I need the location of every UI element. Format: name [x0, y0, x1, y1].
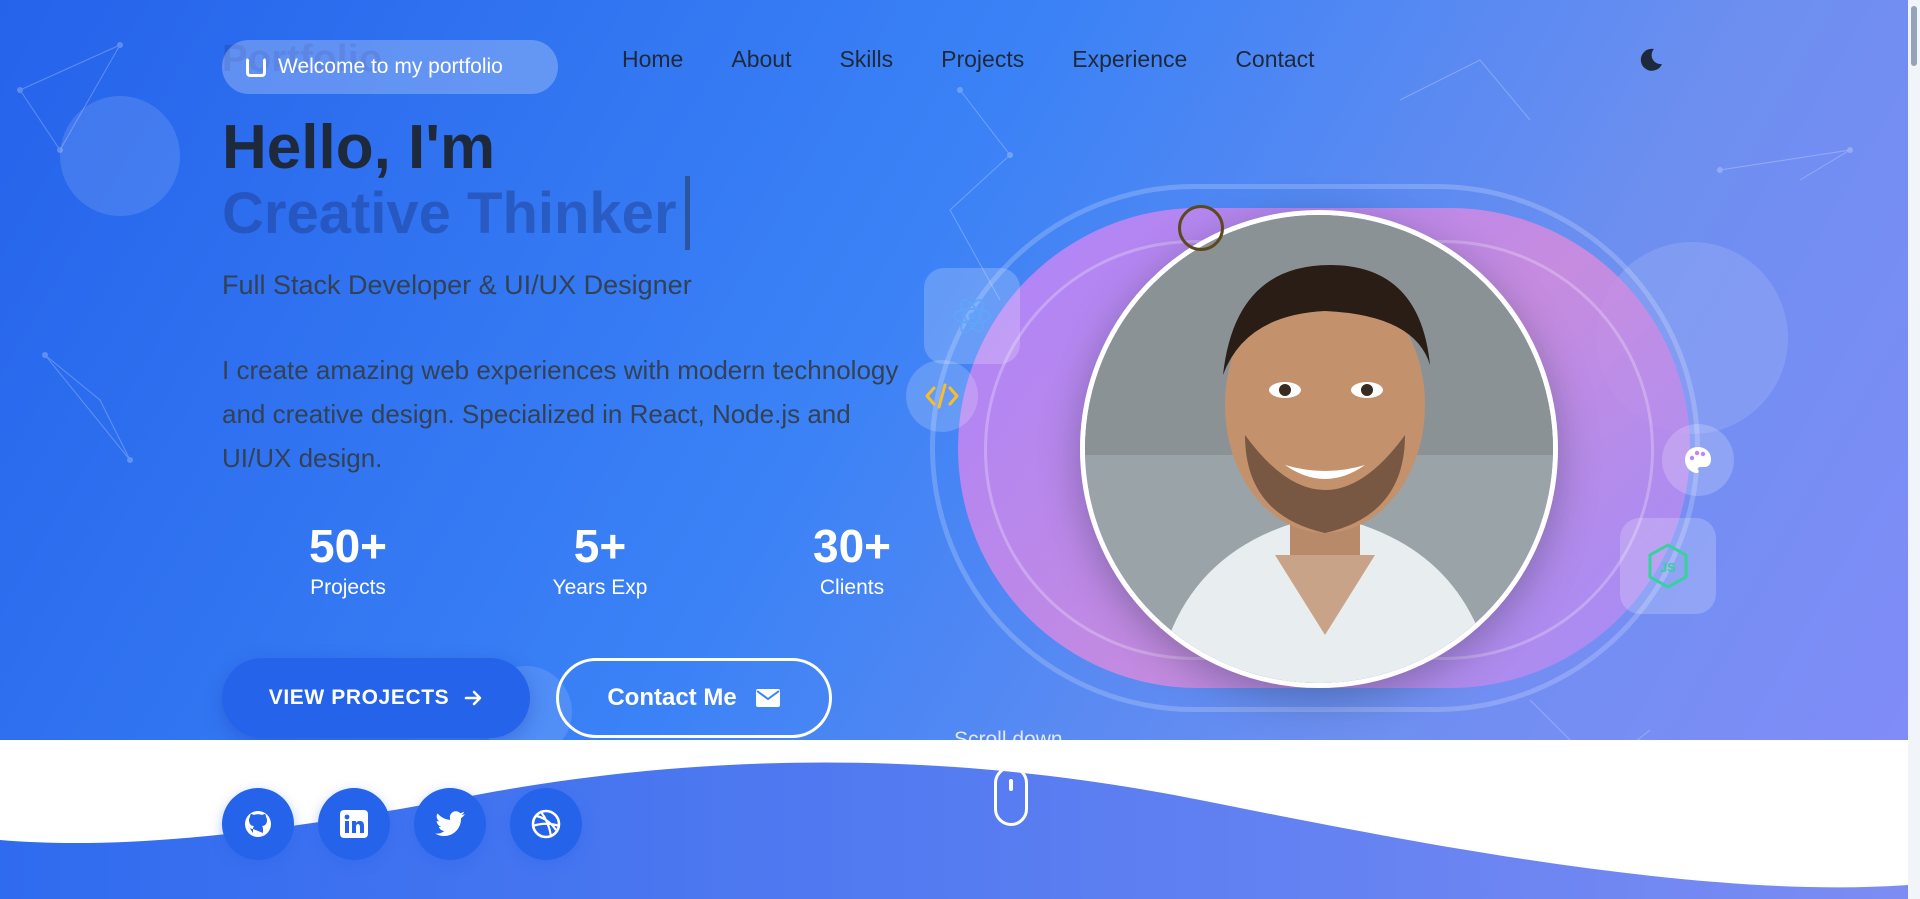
- stat-label: Clients: [819, 576, 885, 599]
- stat-value: 50+: [308, 520, 388, 572]
- cursor-ring: [1178, 205, 1224, 251]
- social-links: [222, 788, 582, 860]
- welcome-badge: Welcome to my portfolio: [222, 40, 558, 94]
- nav-skills[interactable]: Skills: [839, 46, 893, 73]
- badge-text: Welcome to my portfolio: [278, 55, 503, 78]
- stat-projects: 50+ Projects: [222, 520, 474, 600]
- react-badge: [924, 268, 1020, 364]
- stat-value: 30+: [812, 520, 892, 572]
- typed-text: Creative Thinker: [222, 180, 677, 246]
- badge-icon: [246, 57, 266, 77]
- stat-years: 5+ Years Exp: [474, 520, 726, 600]
- hero-description: I create amazing web experiences with mo…: [222, 355, 899, 473]
- nav-experience[interactable]: Experience: [1072, 46, 1187, 73]
- envelope-icon: [755, 689, 780, 707]
- stat-label: Years Exp: [552, 576, 648, 599]
- scroll-mouse-icon[interactable]: [994, 766, 1028, 826]
- main-nav: Home About Skills Projects Experience Co…: [622, 46, 1363, 73]
- code-icon: [925, 383, 959, 409]
- palette-badge: [1662, 424, 1734, 496]
- twitter-icon: [435, 811, 465, 837]
- stats-row: 50+ Projects 5+ Years Exp 30+ Clients: [222, 520, 978, 600]
- react-icon: [953, 299, 991, 333]
- contact-me-label: Contact Me: [607, 684, 737, 711]
- scrollbar-thumb[interactable]: [1911, 6, 1917, 66]
- moon-icon[interactable]: [1636, 46, 1664, 74]
- view-projects-label: VIEW PROJECTS: [268, 686, 450, 709]
- typing-caret: [684, 176, 690, 250]
- stat-clients: 30+ Clients: [726, 520, 978, 600]
- arrow-right-icon: [464, 690, 482, 706]
- nav-home[interactable]: Home: [622, 46, 683, 73]
- dribbble-icon: [531, 809, 561, 839]
- hero-section: Portfolio Welcome to my portfolio Home A…: [0, 0, 1908, 777]
- nodejs-icon: JS: [1648, 543, 1688, 589]
- decorative-circle: [60, 96, 180, 216]
- nodejs-badge: JS: [1620, 518, 1716, 614]
- stat-value: 5+: [573, 520, 627, 572]
- greeting-heading: Hello, I'm: [222, 113, 496, 182]
- svg-text:JS: JS: [1660, 560, 1676, 575]
- twitter-button[interactable]: [414, 788, 486, 860]
- github-button[interactable]: [222, 788, 294, 860]
- nav-about[interactable]: About: [731, 46, 791, 73]
- linkedin-icon: [340, 810, 368, 838]
- profile-photo: [1080, 210, 1558, 688]
- github-icon: [245, 811, 271, 837]
- code-badge: [906, 360, 978, 432]
- view-projects-button[interactable]: VIEW PROJECTS: [222, 658, 530, 738]
- nav-projects[interactable]: Projects: [941, 46, 1024, 73]
- contact-me-button[interactable]: Contact Me: [556, 658, 832, 738]
- page-scrollbar[interactable]: [1908, 0, 1920, 899]
- nav-contact[interactable]: Contact: [1235, 46, 1314, 73]
- palette-icon: [1685, 447, 1711, 473]
- stat-label: Projects: [310, 576, 386, 599]
- role-subtitle: Full Stack Developer & UI/UX Designer: [222, 270, 692, 300]
- typed-title: Creative Thinker: [222, 176, 690, 250]
- dribbble-button[interactable]: [510, 788, 582, 860]
- linkedin-button[interactable]: [318, 788, 390, 860]
